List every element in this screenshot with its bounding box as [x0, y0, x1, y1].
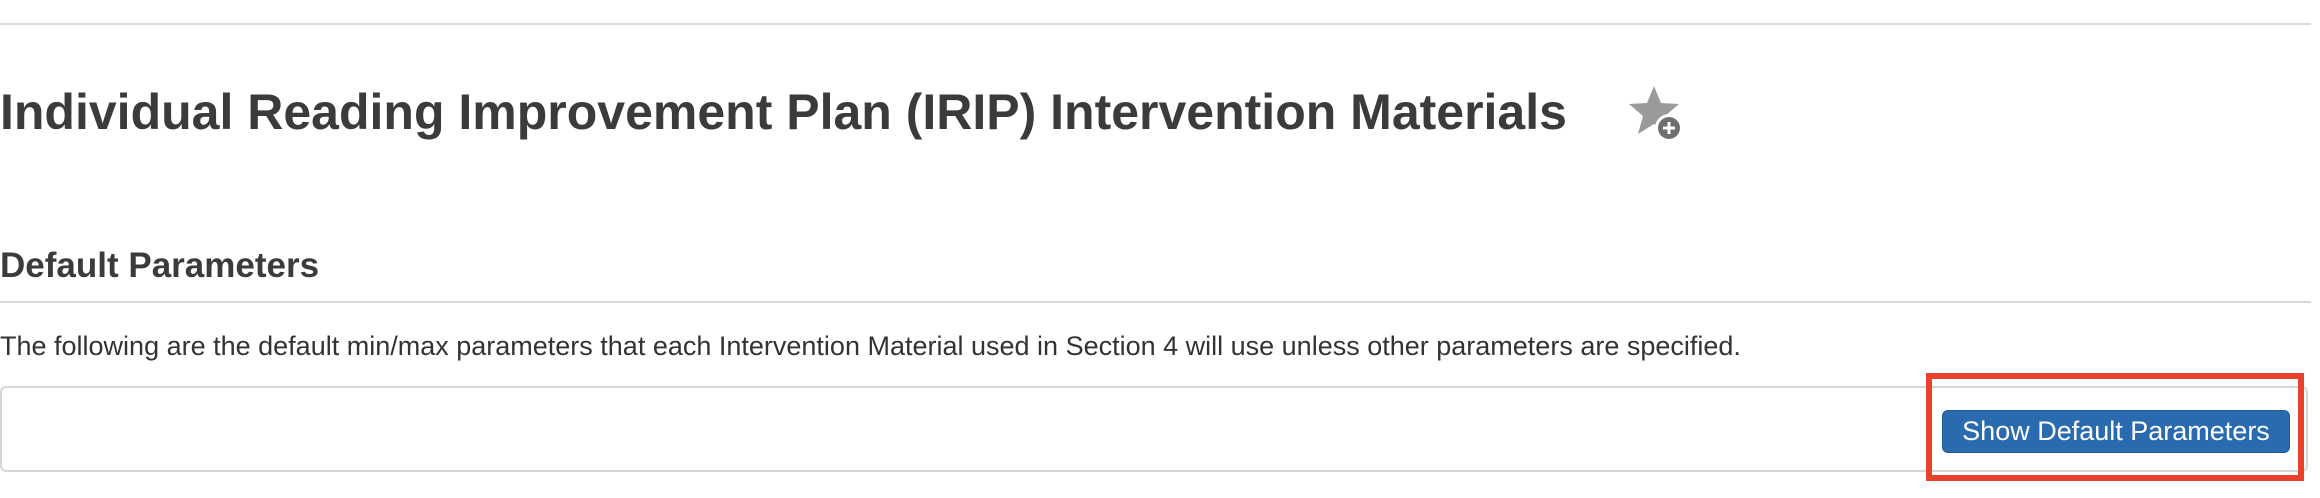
section-divider [0, 301, 2311, 303]
page-title: Individual Reading Improvement Plan (IRI… [0, 84, 1567, 140]
section-description: The following are the default min/max pa… [0, 331, 1741, 361]
section-title: Default Parameters [0, 246, 320, 285]
show-default-parameters-button[interactable]: Show Default Parameters [1942, 410, 2290, 453]
star-add-icon[interactable] [1626, 84, 1690, 148]
top-divider [0, 23, 2311, 25]
